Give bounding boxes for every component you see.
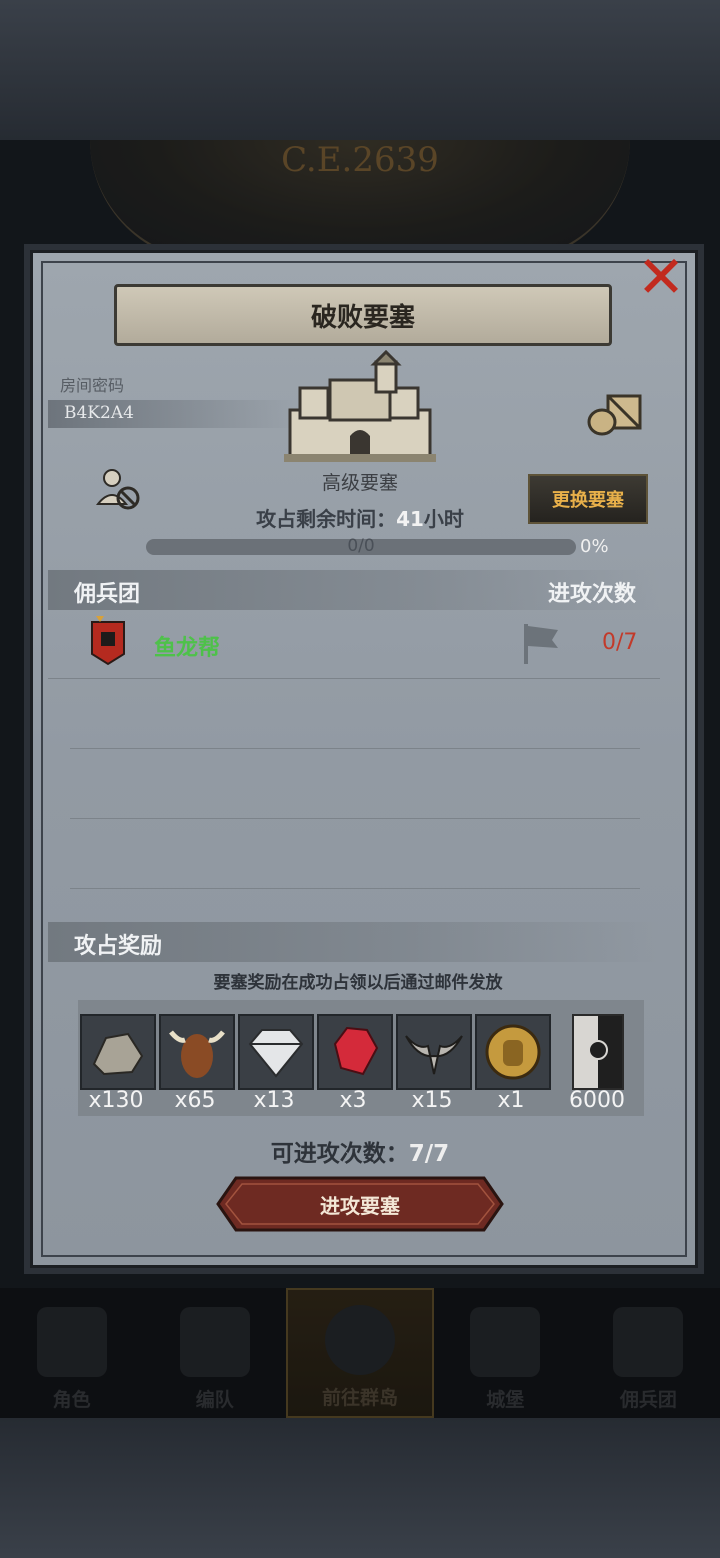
dialog-title: 破败要塞 xyxy=(310,302,415,333)
horn-mask-icon[interactable] xyxy=(396,1014,472,1090)
rewards-note: 要塞奖励在成功占领以后通过邮件发放 xyxy=(213,973,503,993)
supply-crate-icon[interactable] xyxy=(586,392,644,436)
fortress-grade: 高级要塞 xyxy=(321,472,398,494)
reward-qty: 6000 xyxy=(569,1088,625,1113)
capture-progress-percent: 0% xyxy=(580,536,609,557)
mercenary-row[interactable]: 鱼龙帮 0/7 xyxy=(48,612,660,679)
attack-fortress-button[interactable]: 进攻要塞 xyxy=(216,1176,504,1232)
mercenary-header-title: 佣兵团 xyxy=(74,582,141,607)
change-fortress-button[interactable]: 更换要塞 xyxy=(528,474,648,524)
close-icon[interactable]: ✕ xyxy=(632,248,690,306)
room-code-label: 房间密码 xyxy=(60,376,125,395)
rewards-title: 攻占奖励 xyxy=(74,934,163,959)
reward-qty: x65 xyxy=(174,1088,216,1113)
room-code[interactable]: B4K2A4 xyxy=(64,403,134,423)
bottom-area xyxy=(0,1418,720,1558)
empty-row-divider xyxy=(70,748,640,749)
reward-qty: x1 xyxy=(497,1088,525,1113)
reward-qty: x13 xyxy=(253,1088,295,1113)
attack-count: 0/7 xyxy=(602,630,638,655)
capture-time-label: 攻占剩余时间： xyxy=(256,507,397,531)
capture-time: 攻占剩余时间：41小时 xyxy=(190,503,530,532)
guild-name: 鱼龙帮 xyxy=(154,636,221,661)
knight-coin-icon[interactable] xyxy=(475,1014,551,1090)
empty-row-divider xyxy=(70,818,640,819)
status-bar-area xyxy=(0,0,720,140)
fortress-icon xyxy=(284,350,436,462)
user-ban-icon[interactable] xyxy=(96,466,142,512)
guild-banner-icon[interactable] xyxy=(572,1014,624,1090)
capture-progress-text: 0/0 xyxy=(347,536,375,556)
ruby-icon[interactable] xyxy=(317,1014,393,1090)
guild-banner-icon xyxy=(91,616,125,666)
remaining-attacks: 可进攻次数：7/7 xyxy=(200,1134,520,1168)
stone-icon[interactable] xyxy=(80,1014,156,1090)
bull-icon[interactable] xyxy=(159,1014,235,1090)
reward-qty: x130 xyxy=(88,1088,144,1113)
reward-qty: x3 xyxy=(339,1088,367,1113)
remaining-attacks-label: 可进攻次数： xyxy=(270,1141,409,1167)
remaining-attacks-value: 7/7 xyxy=(408,1141,450,1167)
capture-time-unit: 小时 xyxy=(423,507,464,531)
attack-button-label: 进攻要塞 xyxy=(320,1193,400,1218)
flag-icon xyxy=(524,624,558,664)
title-banner: 破败要塞 xyxy=(114,284,612,346)
capture-time-value: 41 xyxy=(396,507,424,531)
reward-qty: x15 xyxy=(411,1088,453,1113)
empty-row-divider xyxy=(70,888,640,889)
diamond-icon[interactable] xyxy=(238,1014,314,1090)
attack-count-header: 进攻次数 xyxy=(548,582,637,607)
